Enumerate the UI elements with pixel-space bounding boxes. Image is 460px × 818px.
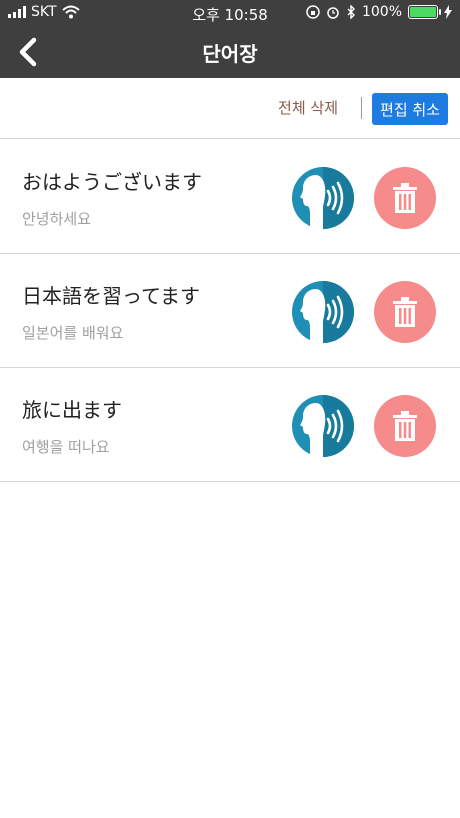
delete-all-button[interactable]: 전체 삭제 [278,97,338,118]
trash-icon [393,297,417,327]
rotation-lock-icon [306,5,320,19]
meaning-text: 여행을 떠나요 [22,438,110,456]
bluetooth-icon [347,5,355,19]
battery-percent: 100% [361,4,402,20]
alarm-icon [327,7,339,19]
charging-icon [444,5,452,19]
list-item: 日本語を習ってます 일본어를 배워요 [0,254,460,368]
edit-toolbar: 전체 삭제 편집 취소 [0,79,460,139]
status-right: 100% [306,4,452,20]
list-item: 旅に出ます 여행을 떠나요 [0,368,460,482]
toolbar-divider [361,97,362,119]
cancel-edit-button[interactable]: 편집 취소 [372,93,448,125]
delete-button[interactable] [374,167,436,229]
trash-icon [393,411,417,441]
word-list: おはようございます 안녕하세요 日本語を習ってます 일본어를 배워요 旅に出ます… [0,140,460,482]
top-bar: SKT 오후 10:58 100% 단어장 [0,0,460,78]
list-item: おはようございます 안녕하세요 [0,140,460,254]
status-bar: SKT 오후 10:58 100% [0,0,460,26]
speak-button[interactable] [292,281,354,343]
word-text: 旅に出ます [22,398,122,422]
delete-button[interactable] [374,281,436,343]
speak-button[interactable] [292,167,354,229]
battery-icon [408,5,441,19]
word-text: 日本語を習ってます [22,284,200,308]
speak-button[interactable] [292,395,354,457]
trash-icon [393,183,417,213]
meaning-text: 일본어를 배워요 [22,324,124,342]
word-text: おはようございます [22,170,202,194]
delete-button[interactable] [374,395,436,457]
page-title: 단어장 [202,42,258,66]
meaning-text: 안녕하세요 [22,210,92,228]
navigation-bar: 단어장 [0,26,460,78]
